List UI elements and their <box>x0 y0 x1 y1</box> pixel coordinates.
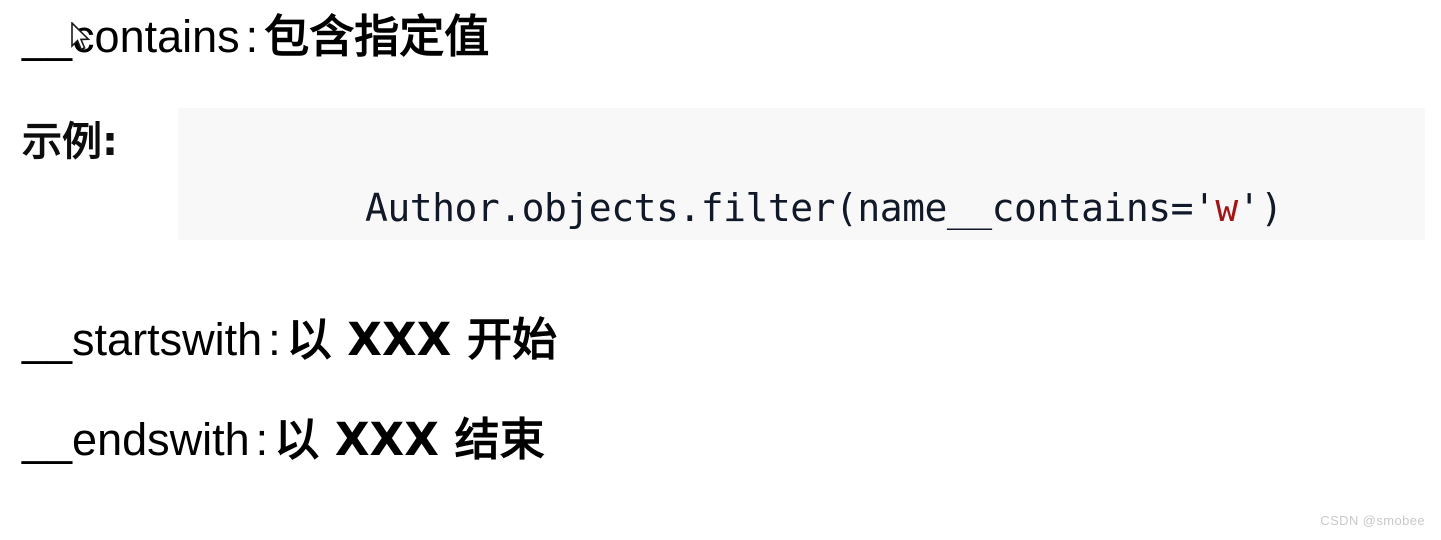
heading-contains-colon: : <box>245 11 259 62</box>
code-line-orm-call: Author.objects.filter(name__contains='w'… <box>186 118 1425 240</box>
slide-canvas: __contains: 包含指定值 示例: Author.objects.filt… <box>0 0 1441 540</box>
code-token-paren-close: ) <box>1260 186 1283 230</box>
code-token-quote-open: ' <box>1193 186 1216 230</box>
heading-startswith-colon: : <box>268 314 281 365</box>
heading-contains: __contains: 包含指定值 <box>22 14 489 59</box>
heading-endswith-colon: : <box>255 414 269 465</box>
heading-endswith: __endswith: 以 XXX 结束 <box>22 417 545 462</box>
code-token-quote-close: ' <box>1237 186 1261 230</box>
heading-startswith-keyword: __startswith <box>22 314 263 365</box>
heading-startswith-description: 以 XXX 开始 <box>286 313 558 366</box>
heading-contains-keyword: __contains <box>22 11 240 62</box>
heading-contains-description: 包含指定值 <box>264 10 490 63</box>
code-token-plain: Author.objects.filter(name__contains= <box>365 186 1194 230</box>
example-label: 示例: <box>22 119 118 165</box>
code-token-string: w <box>1215 186 1238 230</box>
example-row: 示例: Author.objects.filter(name__contains… <box>0 108 1441 240</box>
code-block: Author.objects.filter(name__contains='w'… <box>178 108 1425 240</box>
heading-endswith-keyword: __endswith <box>22 414 250 465</box>
heading-endswith-description: 以 XXX 结束 <box>274 413 545 466</box>
heading-startswith: __startswith: 以 XXX 开始 <box>22 317 557 362</box>
watermark: CSDN @smobee <box>1320 513 1425 528</box>
